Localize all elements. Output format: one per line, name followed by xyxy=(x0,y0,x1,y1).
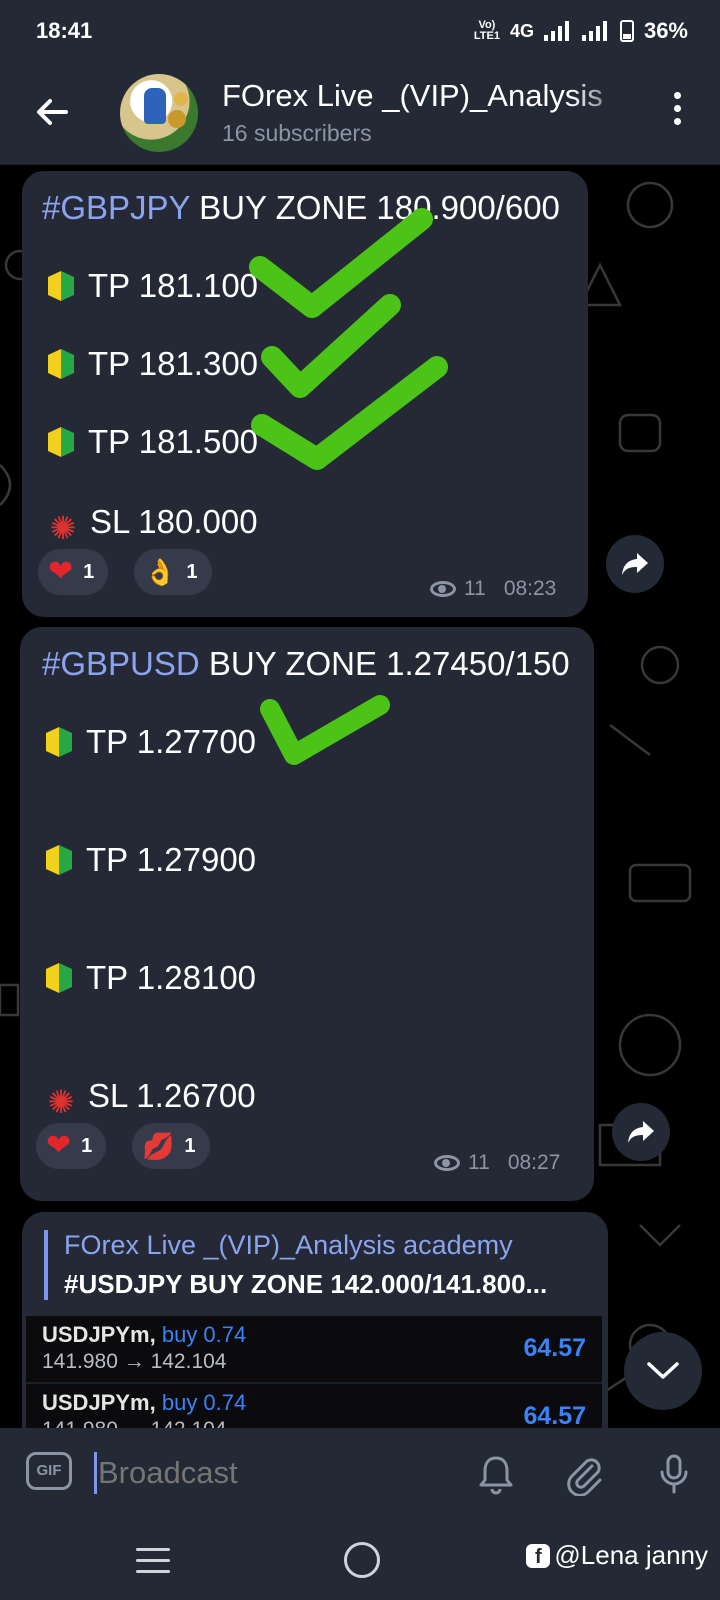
channel-title[interactable]: FOrex Live _(VIP)_Analysis xyxy=(222,78,632,114)
message-bubble[interactable]: #GBPJPY BUY ZONE 180.900/600 TP 181.100 … xyxy=(22,171,588,617)
hashtag-link[interactable]: #GBPJPY xyxy=(42,189,190,226)
home-button[interactable] xyxy=(344,1542,380,1578)
ok-hand-icon: 👌 xyxy=(144,557,177,587)
reaction-heart[interactable]: ❤ 1 xyxy=(38,549,109,595)
trade-row: USDJPYm, buy 0.74 141.980 → 142.104 64.5… xyxy=(26,1316,602,1384)
system-nav-bar: f @Lena janny xyxy=(0,1520,720,1600)
channel-avatar[interactable] xyxy=(120,74,198,152)
message-meta: 11 08:23 xyxy=(430,577,556,601)
status-bar: 18:41 Vo) LTE1 4G 36% xyxy=(0,0,720,62)
take-profit-line: TP 1.28100 xyxy=(44,959,256,997)
take-profit-line: TP 181.300 xyxy=(46,345,258,383)
message-bubble[interactable]: #GBPUSD BUY ZONE 1.27450/150 TP 1.27700 … xyxy=(20,627,594,1201)
volte-indicator: Vo) LTE1 xyxy=(473,19,500,42)
share-button[interactable] xyxy=(606,535,664,593)
subscriber-count: 16 subscribers xyxy=(222,120,372,146)
quote-author: FOrex Live _(VIP)_Analysis academy xyxy=(64,1230,513,1260)
chat-header: FOrex Live _(VIP)_Analysis 16 subscriber… xyxy=(0,62,720,165)
trade-row: USDJPYm, buy 0.74 141.980 → 142.104 64.5… xyxy=(26,1384,602,1428)
beginner-leaf-icon xyxy=(44,961,74,995)
green-checkmark xyxy=(260,695,390,765)
share-arrow-icon xyxy=(622,553,648,575)
signal-headline: #GBPJPY BUY ZONE 180.900/600 xyxy=(42,189,560,227)
back-arrow-icon[interactable] xyxy=(30,90,74,134)
chevron-down-icon xyxy=(647,1362,679,1379)
watermark: f @Lena janny xyxy=(526,1540,708,1571)
message-time: 08:27 xyxy=(507,1151,561,1174)
beginner-leaf-icon xyxy=(46,347,76,381)
signal-2-icon xyxy=(581,21,610,41)
message-composer: GIF xyxy=(0,1428,720,1520)
green-checkmarks xyxy=(249,208,448,470)
view-count: 11 xyxy=(464,577,486,600)
message-time: 08:23 xyxy=(503,577,557,600)
microphone-icon[interactable] xyxy=(652,1452,696,1496)
signal-icon xyxy=(543,21,572,41)
signal-headline: #GBPUSD BUY ZONE 1.27450/150 xyxy=(42,645,570,683)
attach-icon[interactable] xyxy=(562,1452,606,1496)
chat-area[interactable]: #GBPJPY BUY ZONE 180.900/600 TP 181.100 … xyxy=(0,165,720,1428)
take-profit-line: TP 1.27700 xyxy=(44,723,256,761)
anger-symbol-icon: ✺ xyxy=(47,1084,75,1120)
beginner-leaf-icon xyxy=(46,269,76,303)
beginner-leaf-icon xyxy=(44,725,74,759)
facebook-icon: f xyxy=(526,1543,551,1568)
heart-icon: ❤ xyxy=(48,555,74,588)
share-arrow-icon xyxy=(628,1121,654,1143)
network-type: 4G xyxy=(509,20,534,41)
battery-percent: 36% xyxy=(643,18,688,43)
more-options-icon[interactable] xyxy=(672,92,682,132)
scroll-down-button[interactable] xyxy=(624,1332,702,1410)
views-eye-icon xyxy=(430,581,456,597)
zone-text: BUY ZONE 1.27450/150 xyxy=(199,645,570,682)
view-count: 11 xyxy=(468,1151,490,1174)
take-profit-line: TP 181.500 xyxy=(46,423,258,461)
reply-quote[interactable]: FOrex Live _(VIP)_Analysis academy #USDJ… xyxy=(44,1230,547,1300)
beginner-leaf-icon xyxy=(46,425,76,459)
quote-text: #USDJPY BUY ZONE 142.000/141.800... xyxy=(64,1269,548,1299)
reaction-heart[interactable]: ❤ 1 xyxy=(36,1123,107,1169)
bell-icon[interactable] xyxy=(474,1452,518,1496)
message-bubble[interactable]: FOrex Live _(VIP)_Analysis academy #USDJ… xyxy=(22,1212,608,1428)
zone-text: BUY ZONE 180.900/600 xyxy=(189,189,560,226)
battery-icon xyxy=(619,20,634,42)
message-meta: 11 08:27 xyxy=(434,1151,560,1175)
share-button[interactable] xyxy=(612,1103,670,1161)
kiss-lips-icon: 💋 xyxy=(142,1131,175,1161)
hashtag-link[interactable]: #GBPUSD xyxy=(42,645,200,682)
recent-apps-button[interactable] xyxy=(136,1548,170,1574)
gif-button[interactable]: GIF xyxy=(26,1452,72,1490)
reaction-kiss[interactable]: 💋 1 xyxy=(132,1123,210,1169)
clock: 18:41 xyxy=(36,18,93,43)
views-eye-icon xyxy=(434,1155,460,1171)
stop-loss-line: ✺ SL 180.000 xyxy=(46,503,258,545)
anger-symbol-icon: ✺ xyxy=(49,510,77,546)
take-profit-line: TP 1.27900 xyxy=(44,841,256,879)
heart-icon: ❤ xyxy=(46,1129,72,1162)
take-profit-line: TP 181.100 xyxy=(46,267,258,305)
broadcast-input[interactable] xyxy=(96,1454,440,1492)
reaction-ok-hand[interactable]: 👌 1 xyxy=(134,549,212,595)
stop-loss-line: ✺ SL 1.26700 xyxy=(44,1077,256,1119)
beginner-leaf-icon xyxy=(44,843,74,877)
